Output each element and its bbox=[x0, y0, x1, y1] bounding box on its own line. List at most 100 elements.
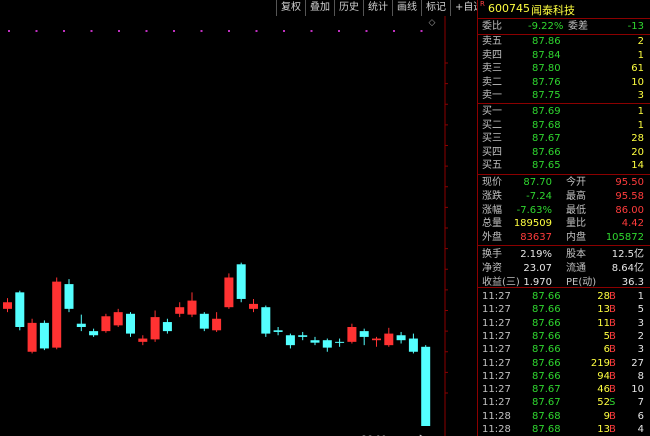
bids-volume: 28 bbox=[631, 133, 644, 145]
candle-body bbox=[249, 303, 258, 309]
tick-side: B bbox=[609, 370, 616, 382]
tick-count: 2 bbox=[637, 330, 644, 342]
tick-row: 11:27 87.66 11 B 3 bbox=[478, 317, 650, 330]
tick-time: 11:27 bbox=[482, 330, 511, 342]
tick-time: 11:27 bbox=[482, 397, 511, 409]
asks-price: 87.86 bbox=[532, 36, 561, 47]
separator bbox=[478, 245, 650, 246]
bids-label: 买五 bbox=[482, 160, 502, 172]
stats2-value2: 12.5亿 bbox=[611, 249, 644, 260]
stats-row: 涨跌 -7.24 最高 95.58 bbox=[478, 190, 650, 203]
bids-price: 87.66 bbox=[532, 146, 561, 158]
bids-row[interactable]: 买二 87.68 1 bbox=[478, 119, 650, 132]
candle-body bbox=[310, 340, 320, 343]
bids-row[interactable]: 买一 87.69 1 bbox=[478, 105, 650, 118]
bids-label: 买二 bbox=[482, 119, 502, 131]
marker-dot bbox=[255, 30, 258, 32]
diamond-toggle-icon[interactable]: ◇ bbox=[426, 17, 438, 29]
bids-volume: 14 bbox=[631, 160, 644, 172]
candle-body bbox=[224, 277, 234, 308]
stats-label2: 量比 bbox=[566, 218, 586, 230]
stats2-row: 净资 23.07 流通 8.64亿 bbox=[478, 262, 650, 275]
asks-price: 87.76 bbox=[532, 76, 561, 88]
tick-row: 11:27 87.66 13 B 5 bbox=[478, 303, 650, 316]
stats-label2: 内盘 bbox=[566, 232, 586, 244]
stats-value: -7.63% bbox=[516, 204, 552, 216]
tick-side: B bbox=[609, 410, 616, 422]
candle-body bbox=[64, 284, 74, 309]
asks-row[interactable]: 卖一 87.75 3 bbox=[478, 89, 650, 102]
kline-chart[interactable]: 130.0127.5125.0122.5120.0117.5115.0112.5… bbox=[0, 0, 448, 436]
stats-label2: 今开 bbox=[566, 177, 586, 188]
candle-body bbox=[421, 346, 431, 426]
tick-side: B bbox=[609, 330, 616, 342]
r-mark: R bbox=[480, 0, 485, 8]
stats2-label: 净资 bbox=[482, 262, 502, 274]
bids-row[interactable]: 买三 87.67 28 bbox=[478, 132, 650, 145]
tick-price: 87.68 bbox=[532, 410, 561, 422]
asks-label: 卖三 bbox=[482, 63, 502, 75]
stats-label: 外盘 bbox=[482, 232, 502, 244]
asks-volume: 2 bbox=[637, 36, 644, 47]
tick-price: 87.66 bbox=[532, 317, 561, 329]
asks-row[interactable]: 卖五 87.86 2 bbox=[478, 35, 650, 48]
bids-volume: 20 bbox=[631, 146, 644, 158]
tick-price: 87.66 bbox=[532, 330, 561, 342]
bids-volume: 1 bbox=[637, 106, 644, 117]
toolbar-button[interactable]: 历史 bbox=[334, 0, 363, 16]
bids-row[interactable]: 买五 87.65 14 bbox=[478, 159, 650, 172]
tick-row: 11:27 87.67 52 S 7 bbox=[478, 396, 650, 409]
tick-side: B bbox=[609, 304, 616, 316]
marker-dot bbox=[8, 30, 10, 32]
tick-count: 6 bbox=[637, 410, 644, 422]
asks-row[interactable]: 卖三 87.80 61 bbox=[478, 62, 650, 75]
asks-price: 87.80 bbox=[532, 63, 561, 75]
stats2-value2: 8.64亿 bbox=[611, 262, 644, 274]
stats-value2: 95.58 bbox=[615, 190, 644, 202]
bids-price: 87.65 bbox=[532, 160, 561, 172]
tick-price: 87.67 bbox=[532, 384, 561, 396]
candle-body bbox=[359, 331, 369, 337]
stats-row: 现价 87.70 今开 95.50 bbox=[478, 176, 650, 189]
toolbar-button[interactable]: 画线 bbox=[392, 0, 421, 16]
stock-code: 600745 bbox=[488, 2, 530, 15]
tick-time: 11:27 bbox=[482, 291, 511, 302]
tick-row: 11:27 87.66 219 B 27 bbox=[478, 357, 650, 370]
stats-label: 总量 bbox=[482, 218, 502, 230]
candle-body bbox=[261, 307, 271, 334]
stats-value: 87.70 bbox=[523, 177, 552, 188]
toolbar-button[interactable]: 复权 bbox=[276, 0, 305, 16]
marker-dot bbox=[338, 30, 340, 32]
marker-dot bbox=[90, 30, 93, 32]
weibi-label: 委比 bbox=[482, 21, 502, 32]
stats-label2: 最低 bbox=[566, 204, 586, 216]
toolbar-button[interactable]: 统计 bbox=[363, 0, 392, 16]
tick-time: 11:28 bbox=[482, 424, 511, 435]
asks-price: 87.84 bbox=[532, 49, 561, 61]
asks-row[interactable]: 卖四 87.84 1 bbox=[478, 49, 650, 62]
stats-row: 总量 189509 量比 4.42 bbox=[478, 217, 650, 230]
tick-count: 1 bbox=[637, 291, 644, 302]
candle-body bbox=[372, 338, 381, 341]
bids-price: 87.69 bbox=[532, 106, 561, 117]
candle-body bbox=[113, 312, 123, 326]
toolbar-button[interactable]: 标记 bbox=[421, 0, 450, 16]
bids-label: 买四 bbox=[482, 146, 502, 158]
weibi-row: 委比 -9.22% 委差 -13 bbox=[478, 20, 650, 33]
stats-row: 外盘 83637 内盘 105872 bbox=[478, 231, 650, 244]
candle-body bbox=[408, 338, 418, 352]
stats-label2: 最高 bbox=[566, 190, 586, 202]
tick-row: 11:28 87.68 13 B 4 bbox=[478, 423, 650, 436]
stats-value: 189509 bbox=[513, 218, 552, 230]
asks-row[interactable]: 卖二 87.76 10 bbox=[478, 76, 650, 89]
asks-volume: 3 bbox=[637, 90, 644, 102]
candle-body bbox=[347, 327, 357, 342]
bids-row[interactable]: 买四 87.66 20 bbox=[478, 146, 650, 159]
toolbar-button[interactable]: 叠加 bbox=[305, 0, 334, 16]
quote-header[interactable]: R 600745 闻泰科技 bbox=[478, 0, 650, 18]
weibi-value: -9.22% bbox=[528, 21, 564, 32]
candle-body bbox=[27, 322, 37, 352]
tick-volume: 219 bbox=[590, 357, 610, 369]
tick-price: 87.66 bbox=[532, 357, 561, 369]
asks-label: 卖一 bbox=[482, 90, 502, 102]
